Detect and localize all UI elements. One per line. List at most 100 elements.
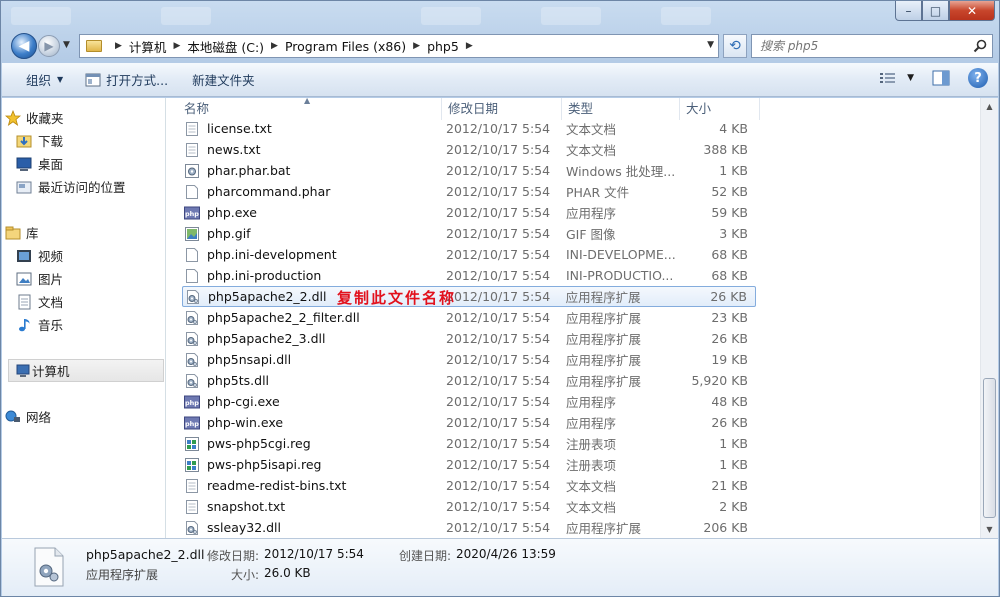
table-row[interactable]: php php-win.exe 2012/10/17 5:54 应用程序 26 KB <box>168 412 980 433</box>
file-name-cell[interactable]: news.txt <box>168 142 442 158</box>
table-row[interactable]: php5apache2_2_filter.dll 2012/10/17 5:54 应… <box>168 307 980 328</box>
table-row-selected[interactable]: php5apache2_2.dll 2012/10/17 5:54 应用程序扩展 26… <box>182 286 756 307</box>
blank-file-icon <box>186 184 198 199</box>
sidebar-item-label: 最近访问的位置 <box>38 180 126 195</box>
table-row[interactable]: php php.exe 2012/10/17 5:54 应用程序 59 KB <box>168 202 980 223</box>
breadcrumb-separator-icon[interactable]: ▶ <box>413 41 420 51</box>
maximize-button[interactable]: □ <box>922 1 949 21</box>
sidebar-item-recent-places[interactable]: 最近访问的位置 <box>2 175 166 198</box>
table-row[interactable]: php php-cgi.exe 2012/10/17 5:54 应用程序 48 KB <box>168 391 980 412</box>
file-name-cell[interactable]: php php.exe <box>168 205 442 221</box>
organize-button[interactable]: 组织 ▼ <box>18 68 71 92</box>
breadcrumb-separator-icon[interactable]: ▶ <box>173 41 180 51</box>
breadcrumb-php5[interactable]: php5 <box>427 39 459 54</box>
close-button[interactable]: ✕ <box>949 1 995 21</box>
minimize-button[interactable]: – <box>895 1 922 21</box>
file-name-cell[interactable]: license.txt <box>168 121 442 137</box>
table-row[interactable]: php5nsapi.dll 2012/10/17 5:54 应用程序扩展 19 KB <box>168 349 980 370</box>
file-name-cell[interactable]: php php-win.exe <box>168 415 442 431</box>
column-header-size[interactable]: 大小 <box>680 98 760 120</box>
column-header-type[interactable]: 类型 <box>562 98 680 120</box>
file-name-cell[interactable]: pharcommand.phar <box>168 184 442 200</box>
sidebar-item-desktop[interactable]: 桌面 <box>2 152 166 175</box>
open-with-button[interactable]: 打开方式... <box>77 68 176 92</box>
file-name-cell[interactable]: ssleay32.dll <box>168 520 442 536</box>
file-rows: license.txt 2012/10/17 5:54 文本文档 4 KB news.t… <box>168 118 980 538</box>
folder-icon <box>86 40 102 52</box>
file-size-cell: 59 KB <box>711 205 748 220</box>
table-row[interactable]: pharcommand.phar 2012/10/17 5:54 PHAR 文件 52… <box>168 181 980 202</box>
preview-pane-icon[interactable] <box>932 70 950 86</box>
scroll-up-icon[interactable]: ▲ <box>981 98 998 115</box>
file-date-cell: 2012/10/17 5:54 <box>446 436 551 451</box>
column-header-date[interactable]: 修改日期 <box>442 98 562 120</box>
help-icon[interactable]: ? <box>968 68 988 88</box>
sidebar-item-computer[interactable]: 计算机 <box>8 359 164 382</box>
file-size-cell: 68 KB <box>711 247 748 262</box>
file-name-cell[interactable]: php5apache2_3.dll <box>168 331 442 347</box>
file-name-cell[interactable]: pws-php5isapi.reg <box>168 457 442 473</box>
title-bar[interactable]: – □ ✕ <box>1 1 1000 31</box>
table-row[interactable]: readme-redist-bins.txt 2012/10/17 5:54 文本文… <box>168 475 980 496</box>
breadcrumb-separator-icon[interactable]: ▶ <box>271 41 278 51</box>
table-row[interactable]: pws-php5cgi.reg 2012/10/17 5:54 注册表项 1 KB <box>168 433 980 454</box>
file-name-cell[interactable]: readme-redist-bins.txt <box>168 478 442 494</box>
dll-file-icon <box>186 373 198 388</box>
table-row[interactable]: php5ts.dll 2012/10/17 5:54 应用程序扩展 5,920 KB <box>168 370 980 391</box>
breadcrumb-program-files[interactable]: Program Files (x86) <box>285 39 406 54</box>
table-row[interactable]: phar.phar.bat 2012/10/17 5:54 Windows 批处理.… <box>168 160 980 181</box>
file-size-cell: 2 KB <box>719 499 748 514</box>
sidebar-item-favorites[interactable]: 收藏夹 <box>2 106 166 129</box>
file-date-cell: 2012/10/17 5:54 <box>446 289 551 304</box>
sidebar-item-music[interactable]: 音乐 <box>2 313 166 336</box>
file-name-cell[interactable]: phar.phar.bat <box>168 163 442 179</box>
table-row[interactable]: php.ini-production 2012/10/17 5:54 INI-PRO… <box>168 265 980 286</box>
network-group: 网络 <box>2 405 166 428</box>
table-row[interactable]: php.gif 2012/10/17 5:54 GIF 图像 3 KB <box>168 223 980 244</box>
search-icon[interactable] <box>973 39 987 53</box>
view-options-button[interactable]: ▼ <box>879 71 914 85</box>
file-name: php5apache2_3.dll <box>207 331 326 346</box>
scroll-down-icon[interactable]: ▼ <box>981 521 998 538</box>
table-row[interactable]: snapshot.txt 2012/10/17 5:54 文本文档 2 KB <box>168 496 980 517</box>
forward-button[interactable]: ▶ <box>38 35 60 57</box>
pictures-icon <box>16 272 32 285</box>
scroll-thumb[interactable] <box>983 378 996 518</box>
refresh-button[interactable]: ⟲ <box>723 34 747 58</box>
table-row[interactable]: license.txt 2012/10/17 5:54 文本文档 4 KB <box>168 118 980 139</box>
file-name-cell[interactable]: php5ts.dll <box>168 373 442 389</box>
recent-pages-dropdown[interactable]: ▼ <box>63 40 70 50</box>
sidebar-item-network[interactable]: 网络 <box>2 405 166 428</box>
sidebar-item-videos[interactable]: 视频 <box>2 244 166 267</box>
file-name-cell[interactable]: php.gif <box>168 226 442 242</box>
breadcrumb-separator-icon[interactable]: ▶ <box>466 41 473 51</box>
file-name-cell[interactable]: pws-php5cgi.reg <box>168 436 442 452</box>
search-input[interactable] <box>752 39 962 53</box>
new-folder-button[interactable]: 新建文件夹 <box>184 68 263 92</box>
address-bar[interactable]: ▶ 计算机 ▶ 本地磁盘 (C:) ▶ Program Files (x86) … <box>79 34 719 58</box>
file-name-cell[interactable]: snapshot.txt <box>168 499 442 515</box>
sidebar-item-libraries[interactable]: 库 <box>2 221 166 244</box>
table-row[interactable]: php.ini-development 2012/10/17 5:54 INI-DE… <box>168 244 980 265</box>
table-row[interactable]: news.txt 2012/10/17 5:54 文本文档 388 KB <box>168 139 980 160</box>
table-row[interactable]: php5apache2_3.dll 2012/10/17 5:54 应用程序扩展 26… <box>168 328 980 349</box>
table-row[interactable]: ssleay32.dll 2012/10/17 5:54 应用程序扩展 206 KB <box>168 517 980 538</box>
sidebar-item-pictures[interactable]: 图片 <box>2 267 166 290</box>
file-type-cell: 应用程序扩展 <box>565 290 641 305</box>
sidebar-item-documents[interactable]: 文档 <box>2 290 166 313</box>
file-date-cell: 2012/10/17 5:54 <box>446 394 551 409</box>
file-name-cell[interactable]: php5apache2_2_filter.dll <box>168 310 442 326</box>
file-name-cell[interactable]: php php-cgi.exe <box>168 394 442 410</box>
file-name-cell[interactable]: php.ini-production <box>168 268 442 284</box>
file-name-cell[interactable]: php5nsapi.dll <box>168 352 442 368</box>
address-dropdown-icon[interactable]: ▼ <box>707 40 714 50</box>
file-name-cell[interactable]: php.ini-development <box>168 247 442 263</box>
vertical-scrollbar[interactable]: ▲ ▼ <box>980 98 998 538</box>
back-button[interactable]: ◀ <box>11 33 37 59</box>
breadcrumb-computer[interactable]: 计算机 <box>129 37 167 56</box>
search-box[interactable] <box>751 34 993 58</box>
file-date-cell: 2012/10/17 5:54 <box>446 415 551 430</box>
sidebar-item-downloads[interactable]: 下载 <box>2 129 166 152</box>
breadcrumb-local-disk[interactable]: 本地磁盘 (C:) <box>187 37 264 56</box>
table-row[interactable]: pws-php5isapi.reg 2012/10/17 5:54 注册表项 1 KB <box>168 454 980 475</box>
